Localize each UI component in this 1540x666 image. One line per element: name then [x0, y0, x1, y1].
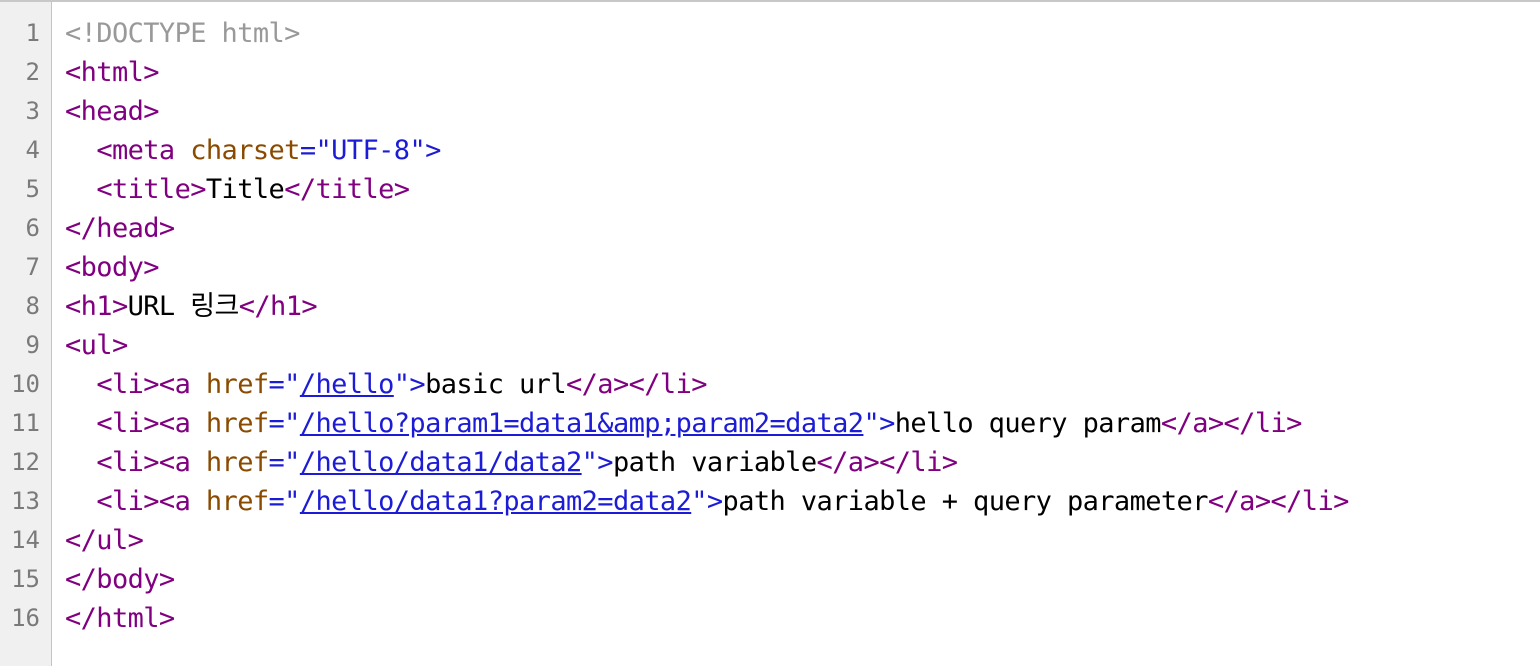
line-number: 11 — [11, 409, 40, 437]
code-editor[interactable]: 1 2 3 4 5 6 7 8 9 10 11 12 13 14 15 16 <… — [0, 0, 1540, 666]
href-link[interactable]: /hello?param1=data1&amp;param2=data2 — [300, 408, 864, 439]
html-tag: </a></li> — [566, 369, 708, 400]
html-tag: <li><a — [96, 486, 191, 517]
code-line[interactable]: <head> — [52, 92, 1540, 131]
attribute-name: href — [190, 369, 269, 400]
code-line[interactable]: </head> — [52, 209, 1540, 248]
line-number: 9 — [25, 331, 40, 359]
html-tag: </a></li> — [816, 447, 958, 478]
html-tag: </a></li> — [1207, 486, 1350, 517]
doctype-declaration: <!DOCTYPE html> — [65, 18, 300, 49]
code-line[interactable]: <ul> — [52, 326, 1540, 365]
html-tag: <body> — [65, 252, 160, 283]
code-line[interactable]: <li><a href="/hello/data1?param2=data2">… — [52, 482, 1540, 521]
code-line[interactable]: <title>Title</title> — [52, 170, 1540, 209]
link-text: hello query param — [894, 408, 1162, 439]
attribute-quote: =" — [268, 486, 301, 517]
line-number: 13 — [11, 487, 40, 515]
html-tag: <li><a — [96, 408, 191, 439]
line-number: 10 — [11, 370, 40, 398]
tag-close: "> — [409, 135, 441, 166]
html-tag: <head> — [65, 96, 160, 127]
html-tag: </body> — [65, 564, 175, 595]
attribute-quote: "> — [393, 369, 426, 400]
text-content: URL 링크 — [127, 291, 240, 322]
line-number: 4 — [25, 136, 40, 164]
html-tag: </h1> — [238, 291, 318, 322]
line-number: 2 — [25, 58, 40, 86]
line-number: 7 — [25, 253, 40, 281]
code-line[interactable]: </body> — [52, 560, 1540, 599]
attribute-quote: =" — [268, 369, 301, 400]
attribute-name: href — [190, 486, 269, 517]
code-line[interactable]: <meta charset="UTF-8"> — [52, 131, 1540, 170]
line-number: 12 — [11, 448, 40, 476]
link-text: path variable + query parameter — [722, 486, 1209, 517]
html-tag: </a></li> — [1160, 408, 1303, 439]
href-link[interactable]: /hello/data1?param2=data2 — [300, 486, 692, 517]
code-line[interactable]: <li><a href="/hello">basic url</a></li> — [52, 365, 1540, 404]
line-number: 5 — [25, 175, 40, 203]
line-number: 14 — [11, 526, 40, 554]
code-line[interactable]: <li><a href="/hello?param1=data1&amp;par… — [52, 404, 1540, 443]
code-line[interactable]: </html> — [52, 599, 1540, 638]
line-number: 1 — [25, 19, 40, 47]
attribute-quote: "> — [691, 486, 723, 517]
code-line[interactable]: <li><a href="/hello/data1/data2">path va… — [52, 443, 1540, 482]
html-tag: <ul> — [65, 330, 128, 361]
line-number-gutter: 1 2 3 4 5 6 7 8 9 10 11 12 13 14 15 16 — [0, 2, 52, 666]
attribute-name: charset — [174, 135, 300, 166]
attribute-quote: =" — [268, 408, 301, 439]
line-number: 16 — [11, 604, 40, 632]
href-link[interactable]: /hello/data1/data2 — [300, 447, 582, 478]
attribute-quote: "> — [863, 408, 895, 439]
html-tag: <title> — [96, 174, 206, 205]
html-tag: </head> — [65, 213, 175, 244]
attribute-quote: =" — [268, 447, 301, 478]
line-number: 8 — [25, 292, 40, 320]
code-text-area[interactable]: <!DOCTYPE html> <html> <head> <meta char… — [52, 2, 1540, 666]
code-line[interactable]: <body> — [52, 248, 1540, 287]
code-line[interactable]: <h1>URL 링크</h1> — [52, 287, 1540, 326]
attribute-quote: =" — [299, 135, 332, 166]
line-number: 15 — [11, 565, 40, 593]
html-tag: <html> — [65, 57, 160, 88]
html-tag: </title> — [284, 174, 410, 205]
attribute-value: UTF-8 — [331, 135, 410, 166]
line-number: 3 — [25, 97, 40, 125]
attribute-quote: "> — [581, 447, 614, 478]
link-text: basic url — [425, 369, 567, 400]
html-tag: <h1> — [65, 291, 128, 322]
text-content: Title — [205, 174, 285, 205]
attribute-name: href — [190, 447, 269, 478]
code-line[interactable]: <!DOCTYPE html> — [52, 14, 1540, 53]
html-tag: <li><a — [96, 369, 191, 400]
attribute-name: href — [190, 408, 269, 439]
link-text: path variable — [612, 447, 817, 478]
html-tag: </ul> — [65, 525, 144, 556]
html-tag: </html> — [65, 603, 175, 634]
code-line[interactable]: </ul> — [52, 521, 1540, 560]
html-tag: <li><a — [96, 447, 191, 478]
line-number: 6 — [25, 214, 40, 242]
href-link[interactable]: /hello — [300, 369, 395, 400]
code-line[interactable]: <html> — [52, 53, 1540, 92]
html-tag: <meta — [96, 135, 175, 166]
